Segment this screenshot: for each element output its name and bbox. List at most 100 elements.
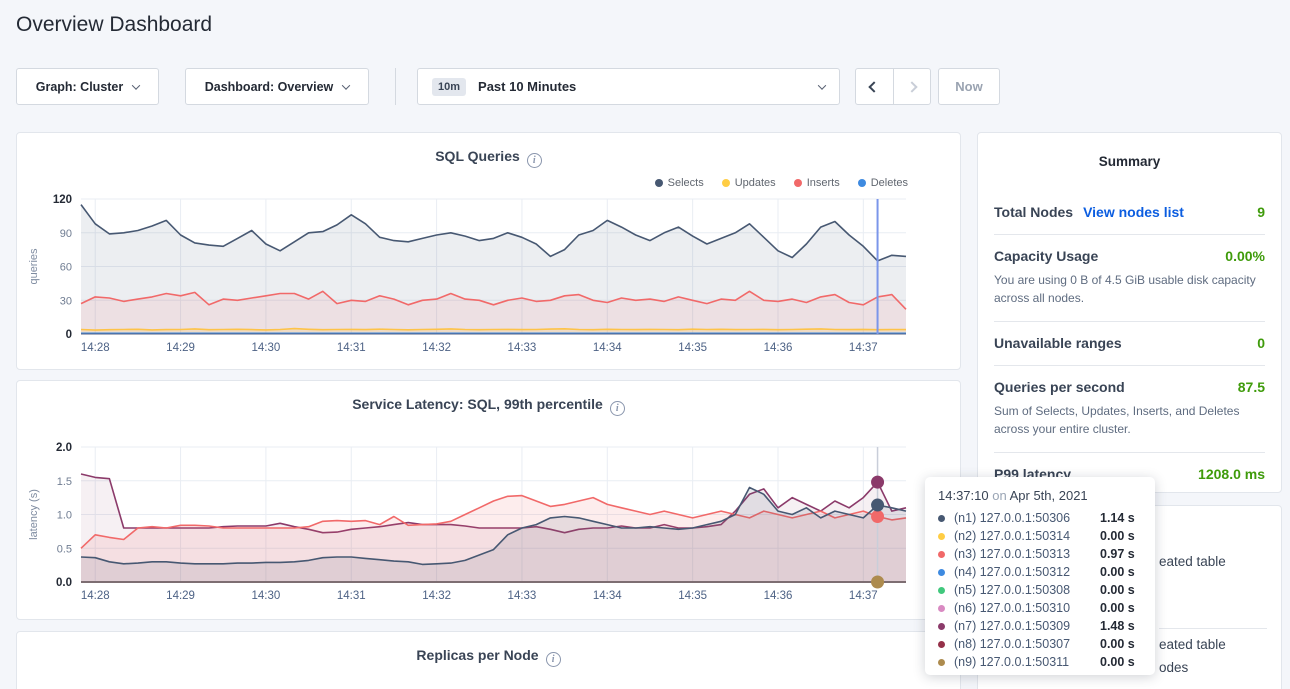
- y-axis-title: latency (s): [28, 489, 40, 540]
- summary-row-label: Capacity Usage: [994, 248, 1098, 264]
- svg-text:2.0: 2.0: [56, 442, 72, 454]
- summary-row: Queries per second87.5 Sum of Selects, Up…: [994, 365, 1265, 452]
- replicas-per-node-chart-card: Replicas per Node i: [16, 631, 961, 689]
- summary-row-header: Total Nodes View nodes list 9: [994, 204, 1265, 220]
- summary-row-label: Unavailable ranges: [994, 335, 1122, 351]
- prev-time-button[interactable]: [856, 69, 893, 104]
- graph-dropdown-label: Graph: Cluster: [36, 80, 124, 94]
- summary-panel: Summary Total Nodes View nodes list 9 Capac…: [977, 132, 1282, 493]
- sql-plot-svg: 0306090120queries14:2814:2914:3014:3114:…: [17, 133, 960, 371]
- svg-text:14:36: 14:36: [764, 342, 793, 354]
- y-axis-labels: 0.0 0.5 1.0 1.5 2.0: [56, 442, 72, 589]
- next-time-button[interactable]: [893, 69, 930, 104]
- tooltip-date: Apr 5th, 2021: [1010, 488, 1088, 503]
- summary-row: Unavailable ranges0: [994, 321, 1265, 365]
- tooltip-row: (n2) 127.0.0.1:503140.00 s: [938, 527, 1142, 545]
- events-divider: [1159, 628, 1267, 629]
- events-text-fragment: odes: [1159, 660, 1188, 675]
- svg-text:1.5: 1.5: [57, 476, 72, 488]
- service-latency-chart-card: Service Latency: SQL, 99th percentilei 0…: [16, 380, 961, 620]
- graph-dropdown[interactable]: Graph: Cluster: [16, 68, 159, 105]
- node-color-dot-icon: [938, 551, 945, 558]
- summary-row-value: 9: [1257, 204, 1265, 220]
- svg-text:14:30: 14:30: [252, 590, 281, 602]
- tooltip-node-label: (n7) 127.0.0.1:50309: [954, 619, 1100, 633]
- series: [81, 205, 906, 334]
- tooltip-node-value: 0.00 s: [1100, 529, 1135, 543]
- summary-row-header: Queries per second87.5: [994, 379, 1265, 395]
- node-color-dot-icon: [938, 533, 945, 540]
- tooltip-rows: (n1) 127.0.0.1:503061.14 s(n2) 127.0.0.1…: [938, 509, 1142, 671]
- tooltip-row: (n1) 127.0.0.1:503061.14 s: [938, 509, 1142, 527]
- svg-text:14:32: 14:32: [422, 590, 451, 602]
- node-color-dot-icon: [938, 587, 945, 594]
- svg-text:14:33: 14:33: [508, 342, 537, 354]
- lat-plot-svg: 0.0 0.5 1.0 1.5 2.0 latency (s) 14:28 14:29 14:3…: [17, 381, 960, 621]
- tooltip-node-value: 0.00 s: [1100, 601, 1135, 615]
- summary-row-label: Total Nodes: [994, 204, 1073, 220]
- svg-text:30: 30: [60, 295, 72, 307]
- svg-text:14:36: 14:36: [764, 590, 793, 602]
- tooltip-node-label: (n5) 127.0.0.1:50308: [954, 583, 1100, 597]
- tooltip-row: (n4) 127.0.0.1:503120.00 s: [938, 563, 1142, 581]
- tooltip-node-value: 0.00 s: [1100, 565, 1135, 579]
- tooltip-node-value: 1.48 s: [1100, 619, 1135, 633]
- node-color-dot-icon: [938, 569, 945, 576]
- summary-row-value: 1208.0 ms: [1198, 466, 1265, 482]
- node-color-dot-icon: [938, 623, 945, 630]
- svg-text:14:28: 14:28: [81, 342, 110, 354]
- events-text-fragment: eated table: [1159, 554, 1226, 569]
- summary-row-description: Sum of Selects, Updates, Inserts, and De…: [994, 402, 1265, 438]
- events-text-fragment: eated table: [1159, 637, 1226, 652]
- summary-row-value: 0.00%: [1225, 248, 1265, 264]
- toolbar-divider: [395, 68, 396, 105]
- summary-rows: Total Nodes View nodes list 9 Capacity Usag…: [994, 191, 1265, 496]
- svg-text:14:29: 14:29: [166, 590, 195, 602]
- tooltip-node-label: (n9) 127.0.0.1:50311: [954, 655, 1100, 669]
- svg-text:120: 120: [53, 194, 72, 206]
- page-title: Overview Dashboard: [16, 13, 212, 37]
- tooltip-node-value: 1.14 s: [1100, 511, 1135, 525]
- y-axis-labels: 0306090120: [53, 194, 72, 341]
- time-range-picker[interactable]: 10m Past 10 Minutes: [417, 68, 840, 105]
- summary-row-label: Queries per second: [994, 379, 1125, 395]
- svg-text:60: 60: [60, 262, 72, 274]
- now-button[interactable]: Now: [938, 68, 1000, 105]
- info-icon[interactable]: i: [546, 652, 561, 667]
- svg-text:14:30: 14:30: [252, 342, 281, 354]
- svg-text:14:28: 14:28: [81, 590, 110, 602]
- tooltip-node-label: (n2) 127.0.0.1:50314: [954, 529, 1100, 543]
- chart-title-text: Replicas per Node: [416, 647, 538, 663]
- svg-text:1.0: 1.0: [57, 510, 72, 522]
- tooltip-node-label: (n4) 127.0.0.1:50312: [954, 565, 1100, 579]
- tooltip-node-label: (n3) 127.0.0.1:50313: [954, 547, 1100, 561]
- svg-text:14:37: 14:37: [849, 590, 878, 602]
- series: [81, 474, 906, 582]
- svg-text:14:34: 14:34: [593, 590, 622, 602]
- tooltip-node-label: (n1) 127.0.0.1:50306: [954, 511, 1100, 525]
- dashboard-dropdown[interactable]: Dashboard: Overview: [185, 68, 369, 105]
- x-axis-labels: 14:2814:2914:3014:3114:3214:3314:3414:35…: [81, 342, 878, 354]
- svg-text:90: 90: [60, 228, 72, 240]
- chevron-left-icon: [869, 81, 880, 92]
- chart-hover-tooltip: 14:37:10 on Apr 5th, 2021 (n1) 127.0.0.1…: [925, 477, 1155, 675]
- svg-text:14:31: 14:31: [337, 590, 366, 602]
- svg-text:14:35: 14:35: [678, 342, 707, 354]
- tooltip-row: (n8) 127.0.0.1:503070.00 s: [938, 635, 1142, 653]
- svg-text:14:33: 14:33: [508, 590, 537, 602]
- summary-title: Summary: [994, 154, 1265, 169]
- svg-text:0.5: 0.5: [57, 543, 72, 555]
- tooltip-on: on: [992, 488, 1006, 503]
- tooltip-row: (n9) 127.0.0.1:503110.00 s: [938, 653, 1142, 671]
- chevron-right-icon: [906, 81, 917, 92]
- node-color-dot-icon: [938, 641, 945, 648]
- summary-row-header: Unavailable ranges0: [994, 335, 1265, 351]
- tooltip-header: 14:37:10 on Apr 5th, 2021: [938, 488, 1142, 503]
- tooltip-node-value: 0.00 s: [1100, 637, 1135, 651]
- tooltip-node-value: 0.00 s: [1100, 655, 1135, 669]
- svg-text:0.0: 0.0: [56, 577, 72, 589]
- tooltip-time: 14:37:10: [938, 488, 989, 503]
- svg-text:14:29: 14:29: [166, 342, 195, 354]
- tooltip-row: (n5) 127.0.0.1:503080.00 s: [938, 581, 1142, 599]
- view-nodes-list-link[interactable]: View nodes list: [1083, 204, 1184, 220]
